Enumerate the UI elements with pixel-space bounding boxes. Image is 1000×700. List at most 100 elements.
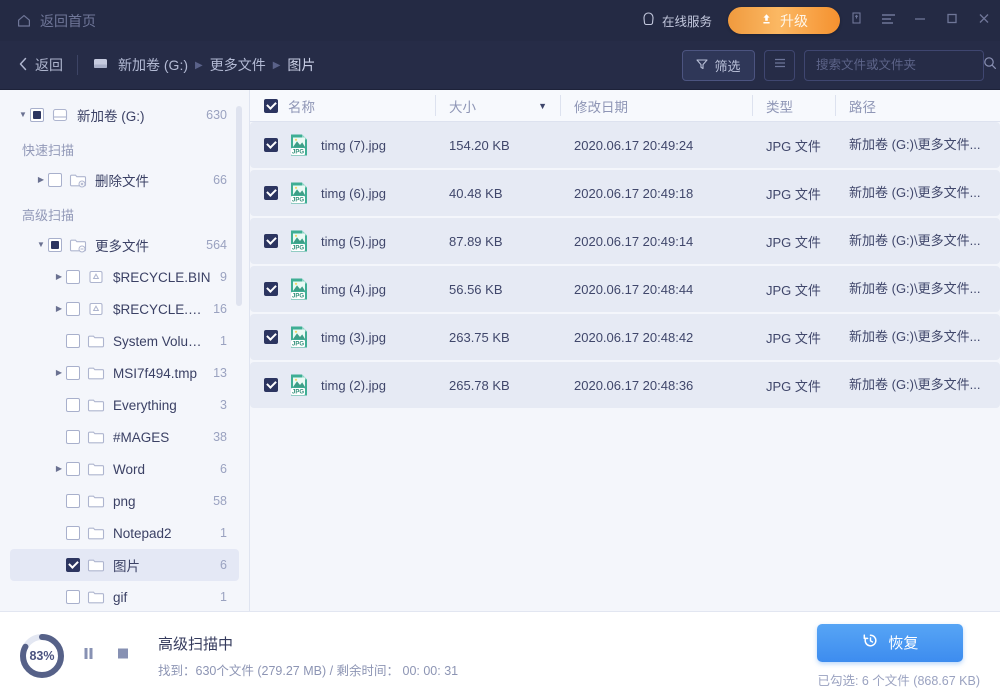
jpg-file-icon: JPG: [288, 181, 310, 205]
tree-item-everything[interactable]: Everything3: [10, 389, 239, 421]
chevron-down-icon[interactable]: ▼: [34, 241, 48, 249]
row-checkbox[interactable]: [264, 282, 278, 296]
back-to-home-button[interactable]: 返回首页: [16, 11, 96, 31]
online-service-button[interactable]: 在线服务: [641, 11, 712, 30]
back-button[interactable]: 返回: [18, 55, 63, 75]
tree-item-checkbox[interactable]: [66, 366, 80, 380]
breadcrumb-item-2[interactable]: 图片: [287, 55, 315, 75]
search-box[interactable]: [804, 50, 984, 81]
column-header-path-label: 路径: [849, 96, 876, 116]
funnel-icon: [696, 58, 708, 73]
column-header-path[interactable]: 路径: [835, 90, 1000, 121]
search-input[interactable]: [816, 58, 977, 72]
tree-item-msi7f494-tmp[interactable]: ▶MSI7f494.tmp13: [10, 357, 239, 389]
tree-item-checkbox[interactable]: [66, 494, 80, 508]
table-row[interactable]: JPGtimg (4).jpg56.56 KB2020.06.17 20:48:…: [250, 266, 1000, 312]
tree-item-checkbox[interactable]: [66, 430, 80, 444]
file-type: JPG 文件: [766, 232, 821, 251]
sidebar-scrollbar[interactable]: [236, 106, 242, 306]
nav-tools-group: 筛选: [682, 50, 984, 81]
table-row[interactable]: JPGtimg (3).jpg263.75 KB2020.06.17 20:48…: [250, 314, 1000, 360]
breadcrumb-item-1[interactable]: 更多文件: [210, 55, 266, 75]
column-header-date[interactable]: 修改日期: [560, 90, 752, 121]
sidebar: ▼新加卷 (G:)630快速扫描▶删除文件66高级扫描▼更多文件564▶$REC…: [0, 90, 250, 611]
tree-item-checkbox[interactable]: [66, 398, 80, 412]
row-checkbox[interactable]: [264, 378, 278, 392]
recover-button[interactable]: 恢复: [817, 624, 963, 662]
svg-text:JPG: JPG: [292, 294, 304, 300]
row-checkbox[interactable]: [264, 234, 278, 248]
tree-item-checkbox[interactable]: [30, 108, 44, 122]
table-row[interactable]: JPGtimg (5).jpg87.89 KB2020.06.17 20:49:…: [250, 218, 1000, 264]
breadcrumb-item-0[interactable]: 新加卷 (G:): [118, 55, 188, 75]
table-row[interactable]: JPGtimg (2).jpg265.78 KB2020.06.17 20:48…: [250, 362, 1000, 408]
tree-item-count: 13: [213, 366, 227, 380]
tree-item-checkbox[interactable]: [66, 302, 80, 316]
tree-item-png[interactable]: png58: [10, 485, 239, 517]
nav-divider: [77, 55, 78, 75]
column-header-type[interactable]: 类型: [752, 90, 835, 121]
back-button-label: 返回: [35, 55, 63, 75]
chevron-right-icon[interactable]: ▶: [34, 176, 48, 184]
column-header-size[interactable]: 大小 ▼: [435, 90, 560, 121]
file-size: 56.56 KB: [449, 282, 503, 297]
tree-item-$recycle-bin[interactable]: ▶$RECYCLE.BIN9: [10, 261, 239, 293]
chevron-down-icon[interactable]: ▼: [16, 111, 30, 119]
breadcrumb-separator-icon: ▶: [195, 60, 203, 71]
tree-item-$recycle-bin[interactable]: ▶$RECYCLE.BIN16: [10, 293, 239, 325]
table-row[interactable]: JPGtimg (7).jpg154.20 KB2020.06.17 20:49…: [250, 122, 1000, 168]
row-checkbox[interactable]: [264, 138, 278, 152]
tree-item-checkbox[interactable]: [48, 173, 62, 187]
stop-button[interactable]: [110, 644, 134, 668]
minimize-button[interactable]: [904, 0, 936, 41]
menu-icon: [881, 12, 896, 30]
tree-item-checkbox[interactable]: [66, 558, 80, 572]
menu-button[interactable]: [872, 0, 904, 41]
chevron-right-icon[interactable]: ▶: [52, 273, 66, 281]
tree-item-[interactable]: ▶删除文件66: [10, 164, 239, 196]
file-size: 154.20 KB: [449, 138, 510, 153]
file-type: JPG 文件: [766, 280, 821, 299]
maximize-button[interactable]: [936, 0, 968, 41]
tree-item-checkbox[interactable]: [66, 462, 80, 476]
svg-text:JPG: JPG: [292, 390, 304, 396]
chevron-right-icon[interactable]: ▶: [52, 305, 66, 313]
search-icon[interactable]: [983, 56, 997, 75]
tree-item-gif[interactable]: gif1: [10, 581, 239, 611]
folder-tree: ▼新加卷 (G:)630快速扫描▶删除文件66高级扫描▼更多文件564▶$REC…: [0, 90, 249, 611]
file-type: JPG 文件: [766, 136, 821, 155]
chevron-right-icon[interactable]: ▶: [52, 465, 66, 473]
upgrade-button[interactable]: 升级: [728, 7, 840, 34]
tree-item-checkbox[interactable]: [66, 526, 80, 540]
pin-button[interactable]: [840, 0, 872, 41]
tree-item-system-volume-inf[interactable]: System Volume Inf..1: [10, 325, 239, 357]
recycle-icon: [87, 301, 105, 317]
tree-item-checkbox[interactable]: [48, 238, 62, 252]
tree-item-#mages[interactable]: #MAGES38: [10, 421, 239, 453]
svg-text:JPG: JPG: [292, 150, 304, 156]
close-button[interactable]: [968, 0, 1000, 41]
tree-item-checkbox[interactable]: [66, 270, 80, 284]
headset-icon: [641, 11, 656, 30]
tree-item-notepad2[interactable]: Notepad21: [10, 517, 239, 549]
chevron-right-icon[interactable]: ▶: [52, 369, 66, 377]
tree-item-[interactable]: 图片6: [10, 549, 239, 581]
tree-group-label: 高级扫描: [0, 196, 249, 229]
pause-button[interactable]: [76, 644, 100, 668]
filter-button[interactable]: 筛选: [682, 50, 755, 81]
tree-item-g[interactable]: ▼新加卷 (G:)630: [10, 99, 239, 131]
tree-item-word[interactable]: ▶Word6: [10, 453, 239, 485]
column-header-name[interactable]: 名称: [250, 90, 435, 121]
tree-item-[interactable]: ▼更多文件564: [10, 229, 239, 261]
tree-item-checkbox[interactable]: [66, 334, 80, 348]
table-row[interactable]: JPGtimg (6).jpg40.48 KB2020.06.17 20:49:…: [250, 170, 1000, 216]
row-checkbox[interactable]: [264, 330, 278, 344]
row-checkbox[interactable]: [264, 186, 278, 200]
list-view-button[interactable]: [764, 50, 795, 81]
select-all-checkbox[interactable]: [264, 99, 278, 113]
tree-item-checkbox[interactable]: [66, 590, 80, 604]
navigation-bar: 返回 新加卷 (G:) ▶ 更多文件 ▶ 图片 筛选: [0, 41, 1000, 90]
progress-percent-label: 83%: [18, 632, 66, 680]
online-service-label: 在线服务: [662, 11, 712, 30]
recover-label: 恢复: [888, 632, 918, 653]
